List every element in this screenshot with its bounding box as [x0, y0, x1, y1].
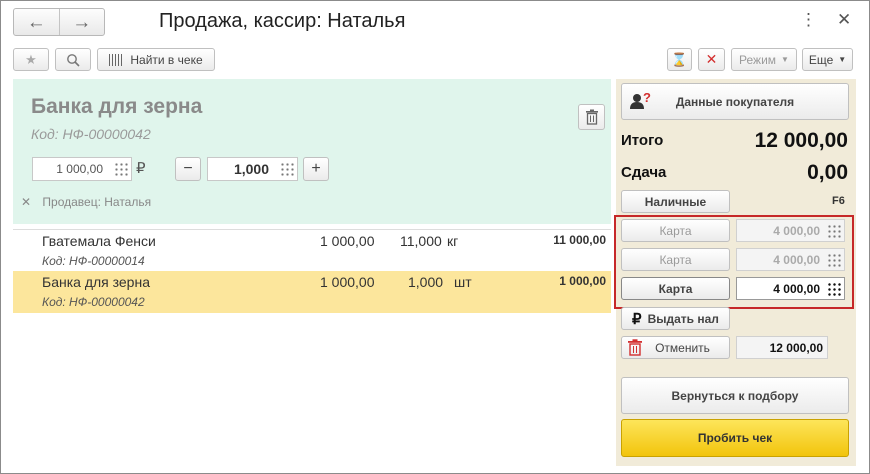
change-label: Сдача: [621, 164, 667, 181]
more-label: Еще: [808, 52, 834, 67]
close-icon[interactable]: ✕: [837, 10, 851, 30]
mode-label: Режим: [739, 52, 777, 67]
row-total: 1 000,00: [559, 274, 606, 288]
decrease-quantity-button[interactable]: −: [175, 157, 201, 181]
price-field[interactable]: 1 000,00: [32, 157, 132, 181]
ruble-icon: ₽: [632, 310, 642, 328]
row-total: 11 000,00: [553, 233, 606, 247]
row-code: Код: НФ-00000014: [42, 254, 145, 268]
row-price: 1 000,00: [320, 233, 375, 249]
current-item-name: Банка для зерна: [31, 95, 203, 118]
cancel-label: Отменить: [655, 340, 710, 355]
card-amount: 4 000,00: [773, 252, 820, 267]
window-title: Продажа, кассир: Наталья: [159, 10, 406, 32]
minus-icon: −: [183, 160, 193, 177]
mode-dropdown[interactable]: Режим ▼: [731, 48, 797, 71]
print-check-button[interactable]: Пробить чек: [621, 419, 849, 457]
card-label: Карта: [658, 281, 693, 296]
price-value: 1 000,00: [56, 162, 103, 176]
increase-quantity-button[interactable]: +: [303, 157, 329, 181]
return-label: Вернуться к подбору: [671, 388, 799, 403]
row-code: Код: НФ-00000042: [42, 295, 145, 309]
card-amount: 4 000,00: [773, 281, 820, 296]
forward-button[interactable]: →: [58, 9, 105, 35]
trash-button[interactable]: [578, 104, 605, 130]
card-label: Карта: [659, 223, 692, 238]
calculator-icon[interactable]: [826, 252, 842, 268]
arrow-right-icon: →: [72, 11, 92, 33]
cancel-button[interactable]: Отменить: [621, 336, 730, 359]
cash-hotkey: F6: [832, 195, 845, 207]
quantity-field[interactable]: 1,000: [207, 157, 298, 181]
row-unit: шт: [454, 274, 472, 290]
search-icon: [67, 53, 80, 67]
buyer-data-button[interactable]: ? Данные покупателя: [621, 83, 849, 120]
card-button-active[interactable]: Карта: [621, 277, 730, 300]
change-value: 0,00: [807, 161, 848, 184]
print-check-label: Пробить чек: [697, 431, 773, 445]
row-name: Гватемала Фенси: [42, 233, 156, 249]
calculator-icon[interactable]: [113, 161, 129, 177]
total-label: Итого: [621, 132, 664, 149]
row-qty: 11,000: [400, 233, 442, 249]
buyer-data-label: Данные покупателя: [675, 94, 795, 109]
red-trash-icon: [628, 339, 642, 356]
remove-seller-icon[interactable]: ✕: [21, 195, 31, 209]
seller-label: Продавец: Наталья: [42, 195, 152, 209]
back-button[interactable]: ←: [14, 9, 59, 35]
delete-button[interactable]: ✕: [698, 48, 725, 71]
table-row[interactable]: Гватемала Фенси Код: НФ-00000014 1 000,0…: [13, 230, 611, 272]
cancel-amount: 12 000,00: [736, 336, 828, 359]
row-price: 1 000,00: [320, 274, 375, 290]
table-row-selected[interactable]: Банка для зерна Код: НФ-00000042 1 000,0…: [13, 271, 611, 313]
card-amount-field-active[interactable]: 4 000,00: [736, 277, 845, 300]
issue-cash-label: Выдать нал: [647, 311, 719, 326]
row-name: Банка для зерна: [42, 274, 150, 290]
dropdown-arrow-icon: ▼: [838, 55, 847, 64]
card-amount: 4 000,00: [773, 223, 820, 238]
calculator-icon[interactable]: [279, 161, 295, 177]
trash-icon: [585, 109, 598, 125]
navigation-buttons: ← →: [13, 8, 105, 36]
card-button[interactable]: Карта: [621, 248, 730, 271]
currency-symbol: ₽: [136, 160, 146, 177]
find-in-check-label: Найти в чеке: [130, 52, 203, 67]
more-vertical-icon[interactable]: ⋮: [800, 10, 817, 30]
current-item-code: Код: НФ-00000042: [31, 126, 151, 142]
plus-icon: +: [311, 160, 321, 177]
search-button[interactable]: [55, 48, 91, 71]
card-amount-field[interactable]: 4 000,00: [736, 248, 845, 271]
card-amount-field[interactable]: 4 000,00: [736, 219, 845, 242]
arrow-left-icon: ←: [26, 11, 46, 33]
return-to-selection-button[interactable]: Вернуться к подбору: [621, 377, 849, 414]
quantity-value: 1,000: [233, 161, 269, 177]
star-icon: ★: [25, 51, 37, 67]
more-dropdown[interactable]: Еще ▼: [802, 48, 853, 71]
calculator-icon[interactable]: [826, 223, 842, 239]
card-label: Карта: [659, 252, 692, 267]
calculator-icon[interactable]: [826, 281, 842, 297]
card-button[interactable]: Карта: [621, 219, 730, 242]
favorite-button[interactable]: ★: [13, 48, 49, 71]
row-qty: 1,000: [408, 274, 444, 290]
dropdown-arrow-icon: ▼: [781, 55, 789, 64]
total-value: 12 000,00: [754, 129, 848, 152]
sale-window: ← → Продажа, кассир: Наталья ⋮ ✕ ★ Найти…: [0, 0, 870, 474]
red-cross-icon: ✕: [705, 51, 718, 67]
issue-cash-button[interactable]: ₽ Выдать нал: [621, 307, 730, 330]
find-in-check-button[interactable]: Найти в чеке: [97, 48, 215, 71]
row-unit: кг: [447, 233, 459, 249]
barcode-icon: [109, 53, 125, 66]
hourglass-button[interactable]: ⌛: [667, 48, 692, 71]
seller-row: ✕ Продавец: Наталья: [21, 195, 151, 209]
cash-button[interactable]: Наличные: [621, 190, 730, 213]
hourglass-icon: ⌛: [671, 51, 688, 67]
user-question-icon: ?: [630, 90, 652, 110]
cash-label: Наличные: [644, 194, 707, 209]
